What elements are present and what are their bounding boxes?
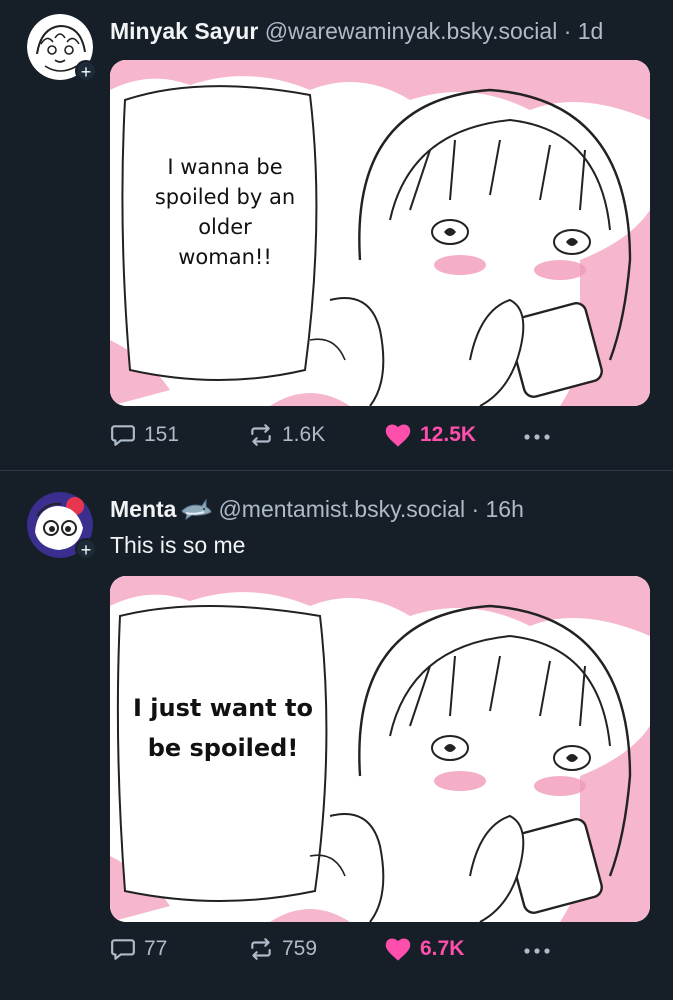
more-options-button[interactable] xyxy=(522,424,552,450)
repost-arrows-icon xyxy=(251,424,271,446)
separator-dot: · xyxy=(471,496,480,522)
reply-count: 77 xyxy=(144,937,168,960)
heart-icon xyxy=(385,424,411,447)
reply-button[interactable]: 77 xyxy=(110,936,167,962)
repost-button[interactable]: 759 xyxy=(248,936,317,962)
author-avatar[interactable]: + xyxy=(27,492,97,560)
like-count: 12.5K xyxy=(420,423,477,446)
speech-bubble-icon xyxy=(111,939,135,960)
feed-post[interactable]: + Menta @mentamist.bsky.social · 16h Thi… xyxy=(0,472,673,1000)
like-count: 6.7K xyxy=(420,937,465,960)
reply-count: 151 xyxy=(144,423,180,446)
post-actions: 77 759 6.7K xyxy=(110,936,650,966)
more-options-button[interactable] xyxy=(522,938,552,964)
post-text: This is so me xyxy=(110,532,246,558)
separator-dot: · xyxy=(563,18,572,44)
post-timestamp[interactable]: 16h xyxy=(486,496,524,522)
post-header: Minyak Sayur @warewaminyak.bsky.social ·… xyxy=(110,18,603,45)
repost-button[interactable]: 1.6K xyxy=(248,422,325,448)
follow-plus-icon[interactable]: + xyxy=(75,60,97,82)
follow-plus-icon[interactable]: + xyxy=(75,538,97,560)
image-caption: I wanna be spoiled by an older woman!! xyxy=(154,155,296,269)
speech-bubble-icon xyxy=(111,425,135,446)
feed-post[interactable]: + Minyak Sayur @warewaminyak.bsky.social… xyxy=(0,0,673,470)
post-timestamp[interactable]: 1d xyxy=(578,18,604,44)
image-caption: I just want to be spoiled! xyxy=(133,694,313,762)
reply-button[interactable]: 151 xyxy=(110,422,179,448)
post-header: Menta @mentamist.bsky.social · 16h xyxy=(110,496,524,523)
repost-arrows-icon xyxy=(251,938,271,960)
author-handle[interactable]: @mentamist.bsky.social xyxy=(218,496,465,522)
heart-icon xyxy=(385,938,411,961)
author-name[interactable]: Menta xyxy=(110,496,176,522)
repost-count: 1.6K xyxy=(282,423,326,446)
post-image[interactable]: I wanna be spoiled by an older woman!! xyxy=(110,60,650,406)
shark-emoji-icon xyxy=(181,498,213,521)
like-button[interactable]: 12.5K xyxy=(384,422,476,448)
ellipsis-icon xyxy=(524,948,550,954)
post-image[interactable]: I just want to be spoiled! xyxy=(110,576,650,922)
author-avatar[interactable]: + xyxy=(27,14,97,82)
like-button[interactable]: 6.7K xyxy=(384,936,464,962)
post-actions: 151 1.6K 12.5K xyxy=(110,422,650,452)
post-divider xyxy=(0,470,673,471)
repost-count: 759 xyxy=(282,937,318,960)
author-name[interactable]: Minyak Sayur xyxy=(110,18,258,44)
author-handle[interactable]: @warewaminyak.bsky.social xyxy=(265,18,558,44)
ellipsis-icon xyxy=(524,434,550,440)
